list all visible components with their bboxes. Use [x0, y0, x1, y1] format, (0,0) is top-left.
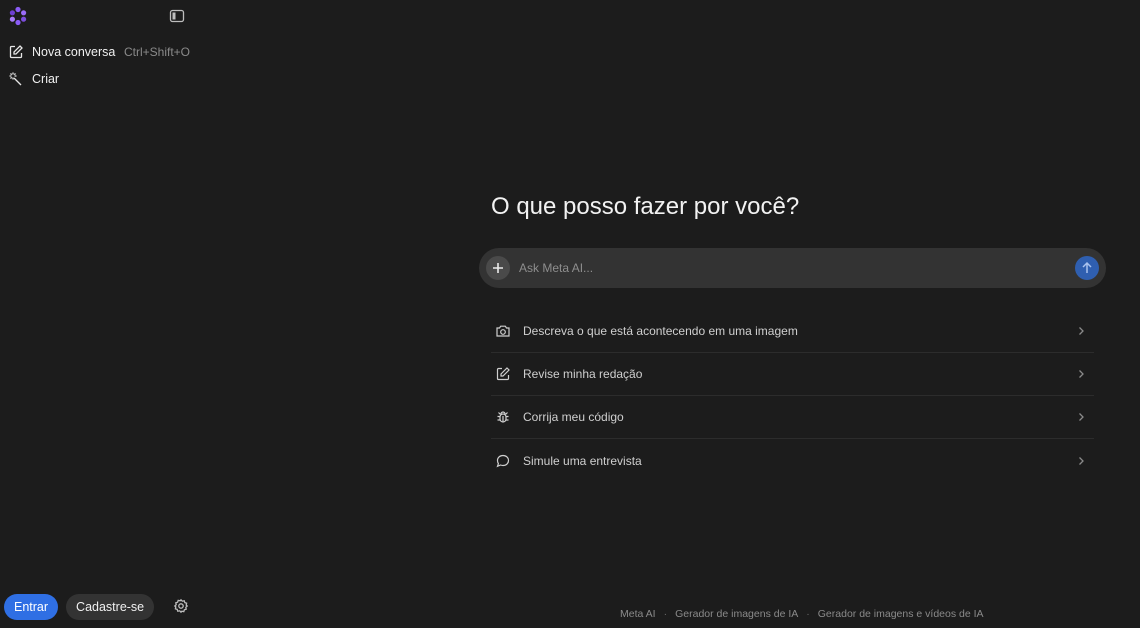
- footer-separator: ·: [663, 608, 668, 620]
- page-title: O que posso fazer por você?: [491, 193, 800, 220]
- edit-icon: [8, 44, 24, 60]
- attach-plus-button[interactable]: [486, 256, 510, 280]
- app-window: Nova conversa Ctrl+Shift+O Criar Entrar …: [0, 0, 1140, 628]
- meta-ai-logo-icon[interactable]: [8, 6, 28, 26]
- suggestion-item[interactable]: Revise minha redação: [491, 353, 1094, 396]
- chevron-right-icon: [1076, 369, 1086, 379]
- camera-icon: [495, 323, 511, 339]
- create-label: Criar: [32, 72, 60, 86]
- suggestion-label: Revise minha redação: [523, 367, 643, 381]
- new-chat-shortcut: Ctrl+Shift+O: [123, 45, 190, 59]
- send-button[interactable]: [1075, 256, 1099, 280]
- suggestion-item[interactable]: Simule uma entrevista: [491, 439, 1094, 482]
- chat-bubble-icon: [495, 453, 511, 469]
- chevron-right-icon: [1076, 326, 1086, 336]
- suggestion-label: Corrija meu código: [523, 410, 624, 424]
- composer: [479, 248, 1106, 288]
- ask-input[interactable]: [519, 258, 1059, 278]
- suggestion-label: Descreva o que está acontecendo em uma i…: [523, 324, 798, 338]
- settings-gear-icon[interactable]: [173, 598, 189, 614]
- signup-button[interactable]: Cadastre-se: [66, 594, 155, 620]
- chevron-right-icon: [1076, 456, 1086, 466]
- login-button[interactable]: Entrar: [4, 594, 59, 620]
- footer-link-meta-ai[interactable]: Meta AI: [620, 608, 656, 620]
- bug-icon: [495, 409, 511, 425]
- suggestion-list: Descreva o que está acontecendo em uma i…: [491, 310, 1094, 482]
- footer-link-image-video-generator[interactable]: Gerador de imagens e vídeos de IA: [818, 608, 984, 620]
- footer-link-image-generator[interactable]: Gerador de imagens de IA: [675, 608, 798, 620]
- arrow-up-icon: [1082, 261, 1092, 273]
- create-button[interactable]: Criar: [8, 67, 59, 91]
- plus-icon: [493, 263, 503, 273]
- new-chat-button[interactable]: Nova conversa Ctrl+Shift+O: [8, 40, 190, 64]
- sidebar: Nova conversa Ctrl+Shift+O Criar Entrar …: [0, 0, 196, 628]
- footer-links: Meta AI · Gerador de imagens de IA · Ger…: [620, 608, 984, 620]
- suggestion-label: Simule uma entrevista: [523, 453, 642, 468]
- toggle-sidebar-icon[interactable]: [168, 7, 186, 25]
- magic-wand-icon: [8, 71, 24, 87]
- chevron-right-icon: [1076, 412, 1086, 422]
- suggestion-item[interactable]: Corrija meu código: [491, 396, 1094, 439]
- edit-icon: [495, 366, 511, 382]
- new-chat-label: Nova conversa: [32, 45, 116, 59]
- footer-separator: ·: [806, 608, 810, 620]
- suggestion-item[interactable]: Descreva o que está acontecendo em uma i…: [491, 310, 1094, 353]
- auth-buttons: Entrar Cadastre-se: [4, 594, 155, 620]
